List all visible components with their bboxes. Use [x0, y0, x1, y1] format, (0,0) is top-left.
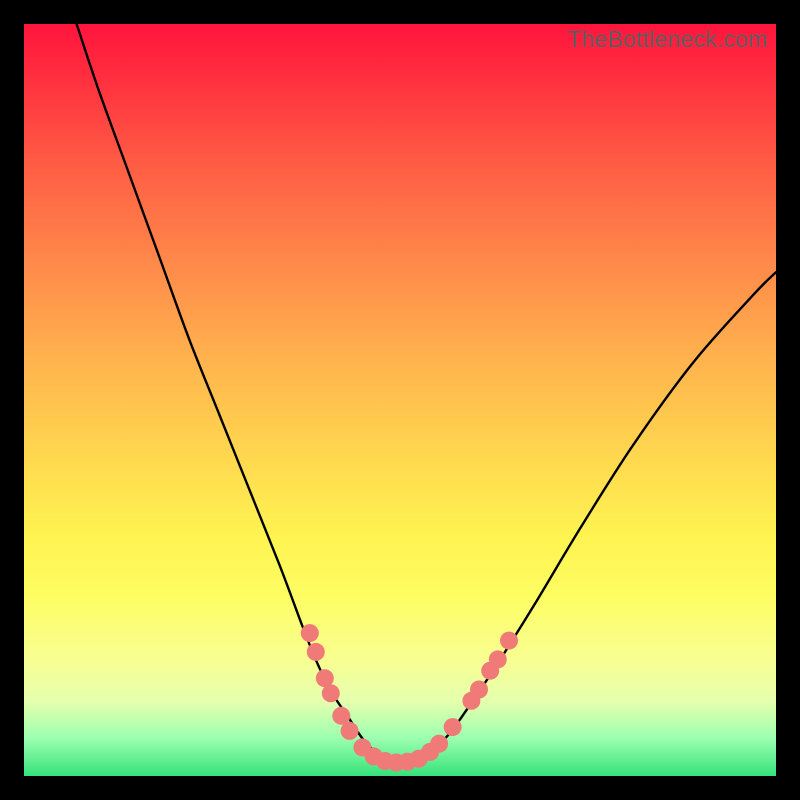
chart-svg [24, 24, 776, 776]
marker-dot [500, 632, 518, 650]
marker-dot [341, 722, 359, 740]
marker-dot [301, 624, 319, 642]
marker-dot [430, 735, 448, 753]
marker-dot [322, 684, 340, 702]
marker-dot [489, 650, 507, 668]
bottleneck-curve [77, 24, 776, 762]
marker-dot [332, 707, 350, 725]
highlight-markers [301, 624, 518, 771]
marker-dot [307, 643, 325, 661]
marker-dot [470, 681, 488, 699]
marker-dot [444, 718, 462, 736]
chart-frame: TheBottleneck.com [24, 24, 776, 776]
